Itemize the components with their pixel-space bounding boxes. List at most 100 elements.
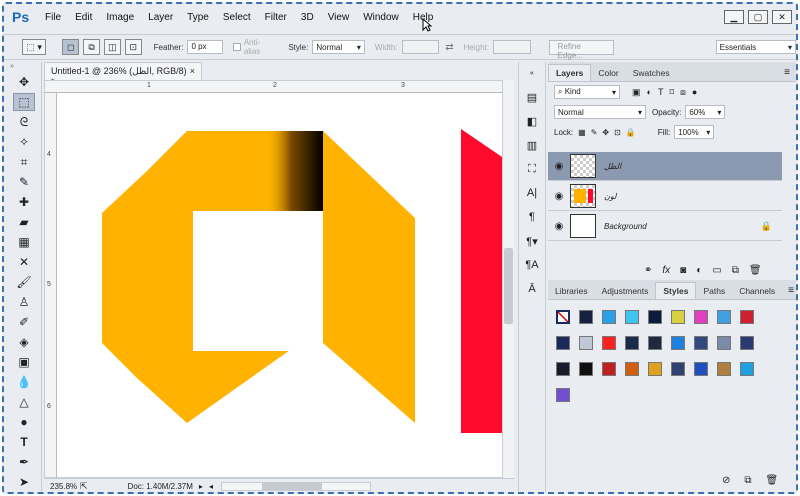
- subtract-selection-icon[interactable]: ◫: [103, 39, 121, 55]
- menu-file[interactable]: File: [38, 12, 68, 23]
- brush-presets-icon[interactable]: ⛶: [522, 160, 542, 178]
- lock-image-icon[interactable]: ✎: [591, 128, 598, 137]
- menu-edit[interactable]: Edit: [68, 12, 99, 23]
- delete-layer-icon[interactable]: 🗑: [749, 265, 762, 276]
- layer-row[interactable]: ◉ لون: [548, 182, 782, 211]
- menu-view[interactable]: View: [321, 12, 357, 23]
- style-swatch[interactable]: [556, 336, 570, 350]
- link-layers-icon[interactable]: ⚭: [644, 265, 652, 276]
- panel-menu-icon[interactable]: ≡: [782, 282, 796, 299]
- character-icon[interactable]: A|: [522, 184, 542, 202]
- filter-image-icon[interactable]: ▣: [632, 87, 641, 98]
- minimize-icon[interactable]: ▁: [724, 10, 744, 24]
- close-icon[interactable]: ✕: [772, 10, 792, 24]
- style-swatch[interactable]: [648, 310, 662, 324]
- style-swatch[interactable]: [625, 310, 639, 324]
- tab-layers[interactable]: Layers: [548, 64, 592, 81]
- lasso-tool-icon[interactable]: ᘓ: [13, 113, 35, 131]
- marquee-preset-icon[interactable]: ⬚ ▾: [22, 39, 47, 55]
- lock-all-icon[interactable]: 🔒: [626, 128, 636, 137]
- filter-kind-select[interactable]: ⌕ Kind ▾: [554, 85, 620, 99]
- style-swatch[interactable]: [602, 362, 616, 376]
- clear-style-icon[interactable]: ⊘: [722, 475, 730, 486]
- add-selection-icon[interactable]: ⧉: [83, 39, 100, 55]
- style-swatch[interactable]: [694, 362, 708, 376]
- style-swatch-none[interactable]: [556, 310, 570, 324]
- bandage-tool-icon[interactable]: ▰: [13, 213, 35, 231]
- share-icon[interactable]: ⇱: [80, 481, 88, 492]
- style-swatch[interactable]: [556, 362, 570, 376]
- clone-source-icon[interactable]: ▥: [522, 136, 542, 154]
- style-swatch[interactable]: [648, 362, 662, 376]
- character-styles-icon[interactable]: ¶A: [522, 256, 542, 274]
- adjustment-layer-icon[interactable]: ◐: [696, 265, 702, 276]
- lock-artboard-icon[interactable]: ⊡: [614, 128, 621, 137]
- new-style-icon[interactable]: ⧉: [744, 475, 751, 486]
- scroll-thumb[interactable]: [261, 483, 322, 490]
- style-swatch[interactable]: [579, 362, 593, 376]
- style-swatch[interactable]: [579, 336, 593, 350]
- history-icon[interactable]: ▤: [522, 88, 542, 106]
- blur-tool-icon[interactable]: 💧: [13, 373, 35, 391]
- style-swatch[interactable]: [717, 362, 731, 376]
- style-swatch[interactable]: [602, 336, 616, 350]
- menu-3d[interactable]: 3D: [294, 12, 321, 23]
- maximize-icon[interactable]: ▢: [748, 10, 768, 24]
- style-swatch[interactable]: [740, 362, 754, 376]
- move-tool-icon[interactable]: ✥: [13, 73, 35, 91]
- tab-color[interactable]: Color: [591, 65, 625, 81]
- style-swatch[interactable]: [671, 336, 685, 350]
- feather-input[interactable]: 0 px: [187, 40, 224, 54]
- visibility-eye-icon[interactable]: ◉: [548, 161, 570, 172]
- add-mask-icon[interactable]: ◙: [680, 265, 686, 276]
- zoom-level[interactable]: 235.8%: [50, 482, 78, 491]
- eyedropper-tool-icon[interactable]: ✎: [13, 173, 35, 191]
- marquee-tool-icon[interactable]: ⬚: [13, 93, 35, 111]
- collapse-icon[interactable]: «: [522, 64, 542, 82]
- pen-tool-icon[interactable]: ✒: [13, 453, 35, 471]
- magic-wand-tool-icon[interactable]: ✧: [13, 133, 35, 151]
- style-swatch[interactable]: [556, 388, 570, 402]
- style-swatch[interactable]: [648, 336, 662, 350]
- new-layer-icon[interactable]: ⧉: [732, 265, 739, 276]
- style-swatch[interactable]: [717, 310, 731, 324]
- healing-brush-tool-icon[interactable]: ✚: [13, 193, 35, 211]
- tab-paths[interactable]: Paths: [696, 283, 732, 299]
- delete-style-icon[interactable]: 🗑: [766, 475, 779, 486]
- style-swatch[interactable]: [625, 336, 639, 350]
- menu-filter[interactable]: Filter: [258, 12, 294, 23]
- tab-libraries[interactable]: Libraries: [548, 283, 595, 299]
- style-swatch[interactable]: [671, 362, 685, 376]
- menu-select[interactable]: Select: [216, 12, 258, 23]
- blend-mode-select[interactable]: Normal ▾: [554, 105, 646, 119]
- style-select[interactable]: Normal ▾: [312, 40, 365, 54]
- vertical-scrollbar[interactable]: [502, 80, 514, 478]
- style-swatch[interactable]: [671, 310, 685, 324]
- menu-layer[interactable]: Layer: [141, 12, 180, 23]
- style-swatch[interactable]: [602, 310, 616, 324]
- filter-shape-icon[interactable]: ⌑: [669, 87, 674, 98]
- info-arrow-icon[interactable]: ▸: [199, 482, 203, 491]
- refine-edge-button[interactable]: Refine Edge...: [548, 39, 614, 60]
- width-input[interactable]: [401, 40, 440, 54]
- menu-window[interactable]: Window: [356, 12, 406, 23]
- tab-channels[interactable]: Channels: [732, 283, 782, 299]
- history-brush-tool-icon[interactable]: ✐: [13, 313, 35, 331]
- scroll-thumb[interactable]: [504, 248, 513, 324]
- menu-type[interactable]: Type: [180, 12, 216, 23]
- lock-transparent-icon[interactable]: ▦: [578, 128, 586, 137]
- scroll-left-icon[interactable]: ◂: [209, 482, 213, 491]
- panel-menu-icon[interactable]: ≡: [778, 64, 796, 81]
- burn-tool-icon[interactable]: ●: [13, 413, 35, 431]
- lock-position-icon[interactable]: ✥: [602, 128, 609, 137]
- horizontal-scrollbar[interactable]: [220, 482, 371, 491]
- tab-styles[interactable]: Styles: [655, 282, 697, 299]
- fill-input[interactable]: 100% ▾: [674, 125, 715, 139]
- filter-adjustment-icon[interactable]: ◐: [647, 87, 652, 97]
- dodge-tool-icon[interactable]: △: [13, 393, 35, 411]
- close-tab-icon[interactable]: ×: [190, 66, 195, 77]
- crop-tool-icon[interactable]: ⌗: [13, 153, 35, 171]
- style-swatch[interactable]: [694, 336, 708, 350]
- menu-image[interactable]: Image: [99, 12, 141, 23]
- style-swatch[interactable]: [740, 310, 754, 324]
